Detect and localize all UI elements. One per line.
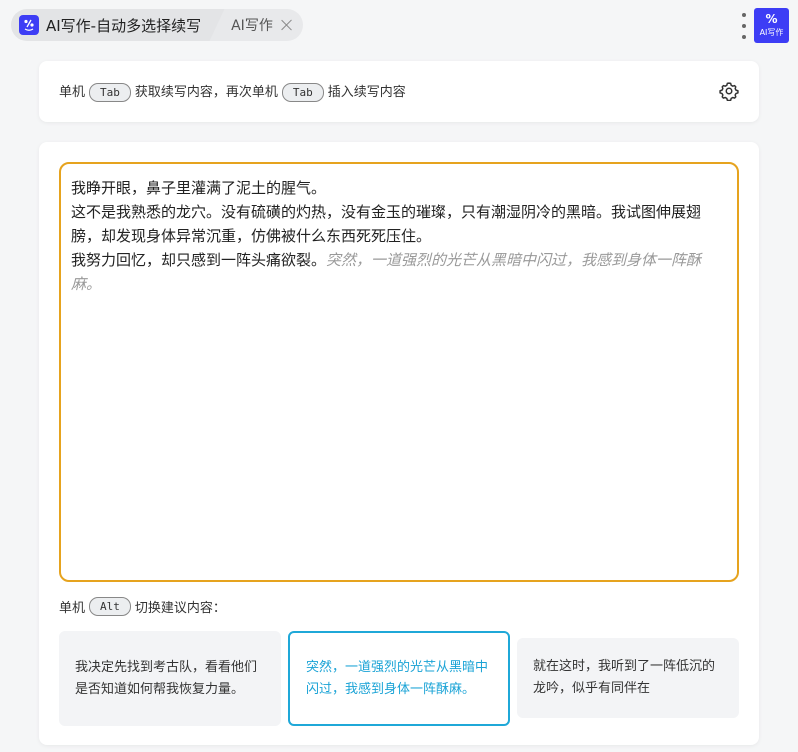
more-menu-icon[interactable] — [740, 13, 748, 39]
tab-inactive-title: AI写作 — [231, 18, 273, 34]
app-launcher-icon[interactable]: % AI写作 — [754, 8, 789, 43]
main-card: 我睁开眼，鼻子里灌满了泥土的腥气。 这不是我熟悉的龙穴。没有硫磺的灼热，没有金玉… — [39, 142, 759, 745]
editor-text: 我努力回忆，却只感到一阵头痛欲裂。 — [71, 251, 327, 269]
suggestion-card-selected[interactable]: 突然，一道强烈的光芒从黑暗中闪过，我感到身体一阵酥麻。 — [288, 631, 510, 726]
tab-active-title: AI写作-自动多选择续写 — [46, 16, 202, 35]
tab-key-badge: Tab — [89, 83, 131, 102]
app-launcher-label: AI写作 — [759, 28, 784, 37]
app-logo-icon — [19, 15, 39, 35]
hint-text: 单机 Tab 获取续写内容，再次单机 Tab 插入续写内容 — [59, 81, 406, 102]
text-editor[interactable]: 我睁开眼，鼻子里灌满了泥土的腥气。 这不是我熟悉的龙穴。没有硫磺的灼热，没有金玉… — [59, 162, 739, 582]
suggestion-text: 我决定先找到考古队，看看他们是否知道如何帮我恢复力量。 — [75, 659, 258, 697]
tab-active[interactable]: AI写作-自动多选择续写 — [11, 9, 208, 41]
title-bar: AI写作-自动多选择续写 AI写作 % AI写作 — [0, 0, 798, 52]
suggestion-card[interactable]: 我决定先找到考古队，看看他们是否知道如何帮我恢复力量。 — [59, 631, 281, 726]
app-launcher-glyph: % — [765, 12, 778, 26]
close-icon[interactable] — [281, 19, 293, 31]
tab-strip: AI写作-自动多选择续写 AI写作 — [11, 9, 303, 41]
alt-key-badge: Alt — [89, 597, 131, 616]
alt-hint-part1: 单机 — [59, 601, 86, 616]
hint-part3: 插入续写内容 — [327, 85, 406, 100]
suggestion-card[interactable]: 就在这时，我听到了一阵低沉的龙吟，似乎有同伴在 — [517, 638, 739, 718]
editor-line: 我努力回忆，却只感到一阵头痛欲裂。突然，一道强烈的光芒从黑暗中闪过，我感到身体一… — [71, 248, 727, 296]
hint-part1: 单机 — [59, 85, 86, 100]
hint-card: 单机 Tab 获取续写内容，再次单机 Tab 插入续写内容 — [39, 61, 759, 122]
suggestion-text: 突然，一道强烈的光芒从黑暗中闪过，我感到身体一阵酥麻。 — [306, 659, 489, 697]
editor-line: 这不是我熟悉的龙穴。没有硫磺的灼热，没有金玉的璀璨，只有潮湿阴冷的黑暗。我试图伸… — [71, 203, 702, 245]
tab-key-badge-2: Tab — [281, 83, 324, 102]
tab-inactive[interactable]: AI写作 — [209, 9, 303, 41]
alt-hint-part2: 切换建议内容： — [134, 601, 226, 616]
hint-part2: 获取续写内容，再次单机 — [134, 85, 278, 100]
alt-hint: 单机 Alt 切换建议内容： — [59, 597, 226, 616]
suggestion-text: 就在这时，我听到了一阵低沉的龙吟，似乎有同伴在 — [533, 659, 716, 696]
editor-line: 我睁开眼，鼻子里灌满了泥土的腥气。 — [71, 179, 327, 197]
gear-icon[interactable] — [719, 81, 739, 102]
